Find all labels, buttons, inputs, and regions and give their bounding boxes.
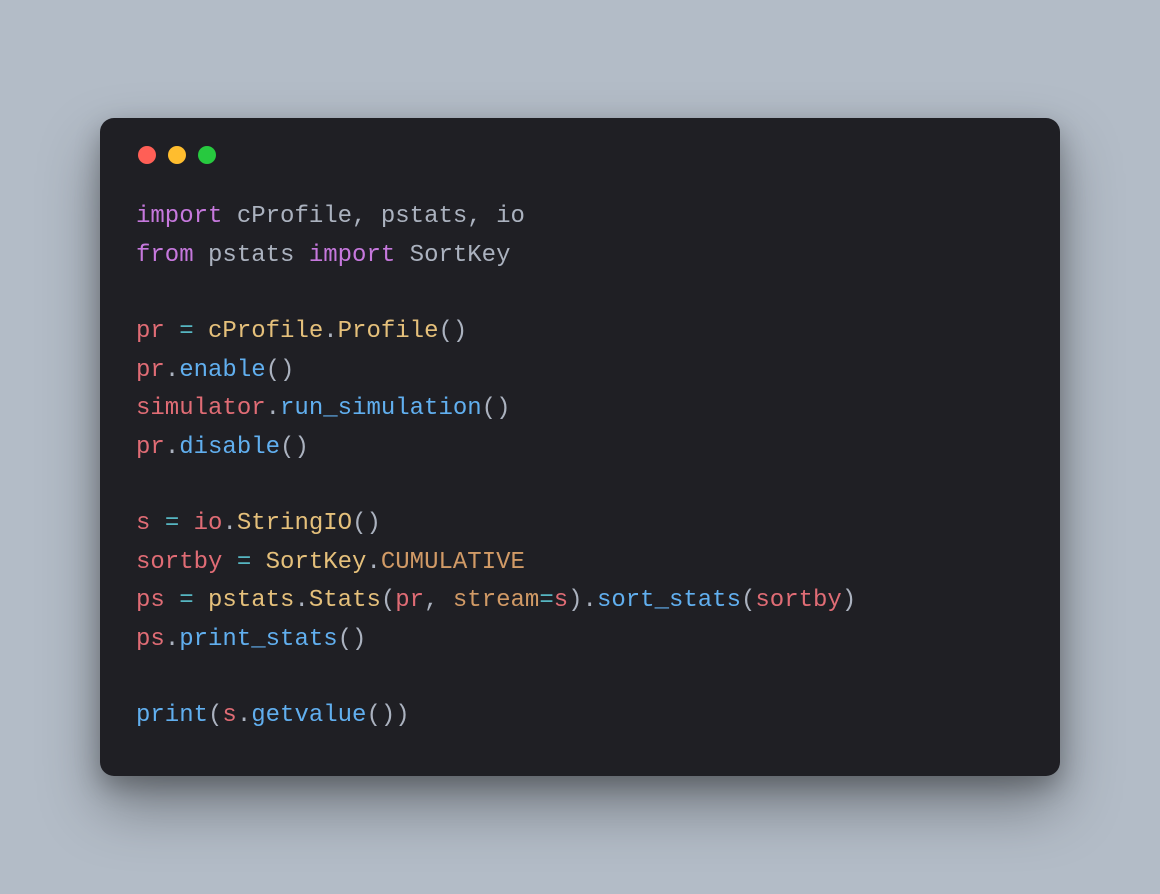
code-token: , xyxy=(352,203,381,230)
code-line: from pstats import SortKey xyxy=(136,237,1024,275)
minimize-icon[interactable] xyxy=(168,146,186,164)
code-line: pr.enable() xyxy=(136,352,1024,390)
code-token: io xyxy=(496,203,525,230)
code-token: sortby xyxy=(136,549,237,576)
code-token: pstats xyxy=(208,242,309,269)
code-token: . xyxy=(165,357,179,384)
code-token: pr xyxy=(136,357,165,384)
code-token: ( xyxy=(741,587,755,614)
code-token: from xyxy=(136,242,208,269)
code-token: simulator xyxy=(136,395,266,422)
code-line: import cProfile, pstats, io xyxy=(136,198,1024,236)
code-token: . xyxy=(323,318,337,345)
code-token: . xyxy=(266,395,280,422)
code-block: import cProfile, pstats, iofrom pstats i… xyxy=(136,198,1024,735)
window-controls xyxy=(138,146,1024,164)
code-line: pr = cProfile.Profile() xyxy=(136,313,1024,351)
code-token: ( xyxy=(381,587,395,614)
code-token: cProfile xyxy=(208,318,323,345)
code-token: import xyxy=(309,242,410,269)
code-token: = xyxy=(179,587,208,614)
code-token: cProfile xyxy=(237,203,352,230)
code-token: . xyxy=(366,549,380,576)
code-token: CUMULATIVE xyxy=(381,549,525,576)
code-token: () xyxy=(438,318,467,345)
code-token: . xyxy=(222,510,236,537)
close-icon[interactable] xyxy=(138,146,156,164)
code-token: ps xyxy=(136,626,165,653)
code-line xyxy=(136,467,1024,505)
code-token: () xyxy=(266,357,295,384)
maximize-icon[interactable] xyxy=(198,146,216,164)
code-token: sortby xyxy=(755,587,841,614)
code-token: ) xyxy=(842,587,856,614)
code-token: disable xyxy=(179,434,280,461)
code-token: () xyxy=(280,434,309,461)
code-token: , xyxy=(467,203,496,230)
code-token: SortKey xyxy=(410,242,511,269)
code-token: print_stats xyxy=(179,626,337,653)
code-token: ( xyxy=(208,702,222,729)
code-token: import xyxy=(136,203,237,230)
code-token: pr xyxy=(136,434,165,461)
code-token: s xyxy=(136,510,165,537)
code-token: getvalue xyxy=(251,702,366,729)
code-token: = xyxy=(539,587,553,614)
code-token: print xyxy=(136,702,208,729)
code-token: . xyxy=(165,434,179,461)
code-token: = xyxy=(165,510,194,537)
code-token: ()) xyxy=(366,702,409,729)
code-token: run_simulation xyxy=(280,395,482,422)
code-token: sort_stats xyxy=(597,587,741,614)
code-line: simulator.run_simulation() xyxy=(136,390,1024,428)
code-line: sortby = SortKey.CUMULATIVE xyxy=(136,544,1024,582)
code-token: . xyxy=(237,702,251,729)
code-token: s xyxy=(554,587,568,614)
code-line: pr.disable() xyxy=(136,429,1024,467)
code-token: SortKey xyxy=(266,549,367,576)
code-token: . xyxy=(294,587,308,614)
code-token: pr xyxy=(136,318,179,345)
code-token: Stats xyxy=(309,587,381,614)
code-token: ). xyxy=(568,587,597,614)
code-line xyxy=(136,275,1024,313)
code-token: pr xyxy=(395,587,424,614)
code-line xyxy=(136,659,1024,697)
code-token: Profile xyxy=(338,318,439,345)
code-token: stream xyxy=(453,587,539,614)
code-token: io xyxy=(194,510,223,537)
code-line: ps = pstats.Stats(pr, stream=s).sort_sta… xyxy=(136,582,1024,620)
code-token: s xyxy=(222,702,236,729)
code-token: () xyxy=(338,626,367,653)
code-token: () xyxy=(482,395,511,422)
code-token: = xyxy=(179,318,208,345)
code-token: = xyxy=(237,549,266,576)
code-token: pstats xyxy=(208,587,294,614)
code-line: print(s.getvalue()) xyxy=(136,697,1024,735)
stage: import cProfile, pstats, iofrom pstats i… xyxy=(0,0,1160,894)
code-token: , xyxy=(424,587,453,614)
code-line: ps.print_stats() xyxy=(136,621,1024,659)
code-token: ps xyxy=(136,587,179,614)
code-token: pstats xyxy=(381,203,467,230)
code-window: import cProfile, pstats, iofrom pstats i… xyxy=(100,118,1060,775)
code-token: StringIO xyxy=(237,510,352,537)
code-token: enable xyxy=(179,357,265,384)
code-line: s = io.StringIO() xyxy=(136,505,1024,543)
code-token: () xyxy=(352,510,381,537)
code-token: . xyxy=(165,626,179,653)
